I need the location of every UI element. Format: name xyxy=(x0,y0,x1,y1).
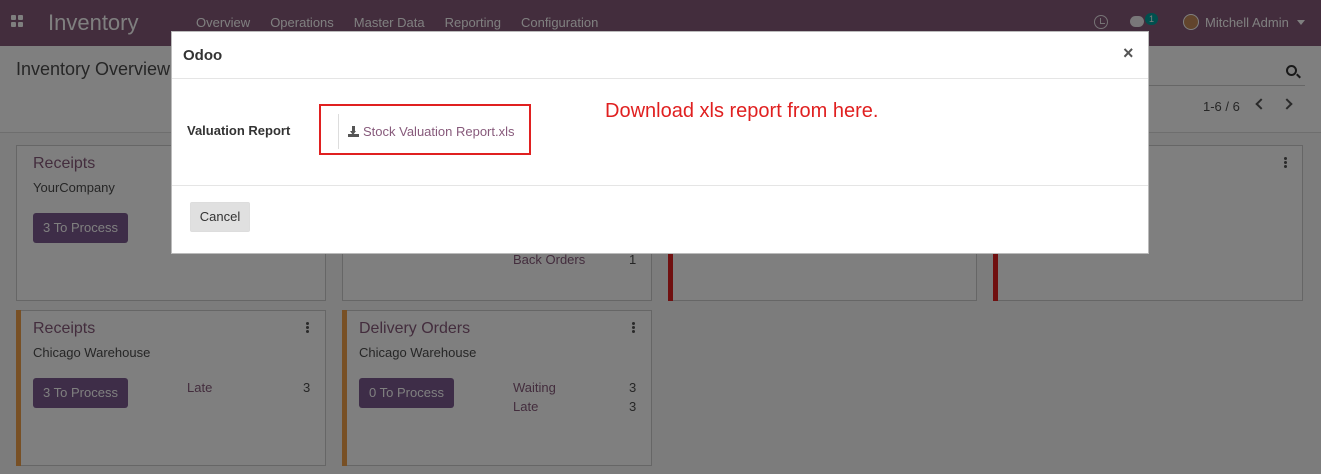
footer-divider xyxy=(172,185,1148,186)
annotation-text: Download xls report from here. xyxy=(605,100,879,122)
report-file-name[interactable]: Stock Valuation Report.xls xyxy=(363,124,515,139)
report-dialog: Odoo × Valuation Report Stock Valuation … xyxy=(171,31,1149,254)
dialog-header: Odoo × xyxy=(172,32,1148,79)
close-icon[interactable]: × xyxy=(1123,43,1134,64)
cancel-button[interactable]: Cancel xyxy=(190,202,250,232)
valuation-report-label: Valuation Report xyxy=(187,123,291,138)
dialog-title: Odoo xyxy=(183,47,223,64)
download-report-link[interactable]: Stock Valuation Report.xls xyxy=(338,114,515,149)
download-icon[interactable] xyxy=(348,126,359,137)
